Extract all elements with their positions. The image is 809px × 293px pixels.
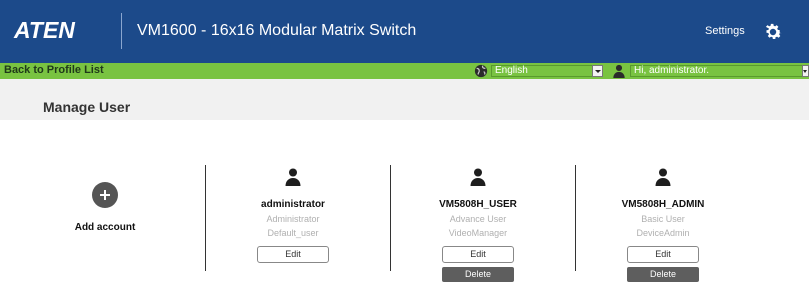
user-greeting: Hi, administrator. — [634, 65, 710, 76]
column-divider — [575, 165, 576, 271]
add-account-panel: Add account — [30, 182, 180, 233]
header-divider — [121, 13, 122, 49]
person-icon — [655, 168, 671, 186]
aten-logo: ATEN — [14, 17, 75, 43]
language-dropdown-arrow-icon[interactable] — [592, 65, 603, 77]
plus-circle-icon[interactable] — [92, 182, 118, 208]
app-title: VM1600 - 16x16 Modular Matrix Switch — [137, 22, 417, 39]
person-icon — [285, 168, 301, 186]
globe-icon — [474, 64, 488, 78]
user-group: DeviceAdmin — [636, 228, 690, 238]
back-to-profile-list-link[interactable]: Back to Profile List — [4, 64, 104, 76]
column-divider — [205, 165, 206, 271]
user-icon — [613, 64, 625, 78]
user-card: administrator Administrator Default_user… — [218, 168, 368, 263]
user-name: administrator — [261, 199, 325, 210]
user-card: VM5808H_USER Advance User VideoManager E… — [403, 168, 553, 282]
edit-button[interactable]: Edit — [442, 246, 514, 263]
user-name: VM5808H_USER — [439, 199, 517, 210]
user-role: Basic User — [641, 214, 685, 224]
language-value: English — [495, 65, 528, 76]
user-group: Default_user — [267, 228, 319, 238]
person-icon — [470, 168, 486, 186]
add-account-label[interactable]: Add account — [30, 222, 180, 233]
nav-bar: Back to Profile List English Hi, adminis… — [0, 63, 809, 79]
user-name: VM5808H_ADMIN — [621, 199, 705, 210]
delete-button[interactable]: Delete — [627, 267, 699, 282]
user-menu-select[interactable]: Hi, administrator. — [630, 65, 809, 77]
delete-button[interactable]: Delete — [442, 267, 514, 282]
column-divider — [390, 165, 391, 271]
page-title-band: Manage User — [0, 79, 809, 120]
app-header: ATEN VM1600 - 16x16 Modular Matrix Switc… — [0, 0, 809, 63]
page-title: Manage User — [43, 99, 131, 115]
user-card: VM5808H_ADMIN Basic User DeviceAdmin Edi… — [588, 168, 738, 282]
user-role: Advance User — [449, 214, 507, 224]
settings-link[interactable]: Settings — [705, 25, 745, 37]
edit-button[interactable]: Edit — [627, 246, 699, 263]
edit-button[interactable]: Edit — [257, 246, 329, 263]
language-select[interactable]: English — [491, 65, 603, 77]
user-role: Administrator — [266, 214, 320, 224]
gear-icon[interactable] — [762, 21, 784, 43]
user-group: VideoManager — [448, 228, 508, 238]
user-dropdown-arrow-icon[interactable] — [802, 65, 809, 77]
